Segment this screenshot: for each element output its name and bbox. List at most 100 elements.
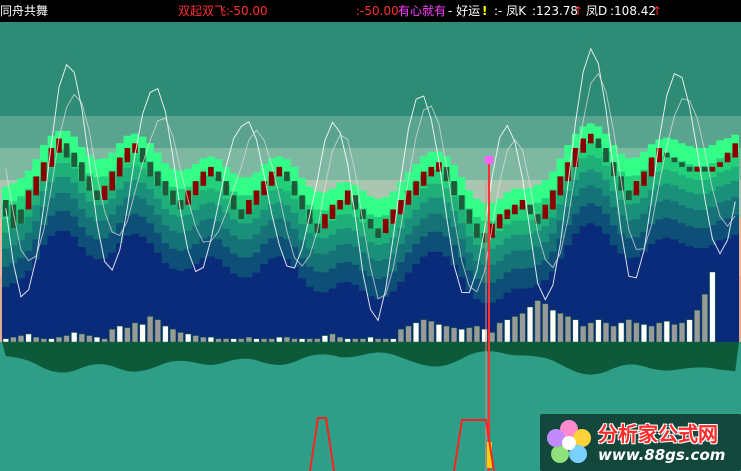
candle-bar xyxy=(603,148,609,163)
volume-bar xyxy=(93,336,101,343)
volume-bar xyxy=(701,294,708,343)
candle-bar xyxy=(451,181,457,196)
candle-bar xyxy=(679,162,685,167)
candle-bar xyxy=(641,171,647,186)
volume-bar xyxy=(542,303,549,343)
candle-bar xyxy=(595,138,602,148)
volume-bar xyxy=(648,325,655,343)
flower-logo-icon xyxy=(547,420,591,463)
candle-bar xyxy=(162,181,169,196)
volume-bar xyxy=(55,336,63,343)
candle-bar xyxy=(192,181,199,196)
volume-bar xyxy=(109,329,116,343)
candle-bar xyxy=(147,162,153,177)
candle-bar xyxy=(474,223,480,238)
candle-bar xyxy=(428,166,435,177)
watermark-title: 分析家公式网 xyxy=(598,422,718,446)
watermark-url: www.88gs.com xyxy=(598,446,726,464)
candle-bar xyxy=(496,214,503,229)
candle-bar xyxy=(63,143,70,158)
volume-bar xyxy=(306,338,313,343)
volume-bar xyxy=(549,309,556,343)
candle-bar xyxy=(344,190,351,205)
candle-bar xyxy=(124,148,131,163)
volume-bar xyxy=(625,319,632,343)
candle-bar xyxy=(550,190,556,210)
chart-canvas xyxy=(0,22,741,471)
indicator-header: 同舟共舞 双起双飞: -50.00 :-50.00 有心就有 - 好运 ! :-… xyxy=(0,0,741,22)
candle-bar xyxy=(200,171,207,186)
volume-bar xyxy=(230,338,237,343)
candle-bar xyxy=(724,152,731,163)
volume-bar xyxy=(78,333,85,343)
volume-bar xyxy=(694,309,701,343)
candle-bar xyxy=(25,190,32,210)
volume-bar xyxy=(519,313,526,343)
volume-bar xyxy=(207,336,214,343)
candle-bar xyxy=(155,171,161,186)
volume-bar xyxy=(147,316,154,343)
volume-bar xyxy=(489,332,496,343)
candle-bar xyxy=(648,157,655,177)
volume-bar xyxy=(177,332,184,343)
volume-bar xyxy=(116,325,123,343)
candle-bar xyxy=(94,190,100,200)
volume-bar xyxy=(329,333,336,343)
volume-bar xyxy=(390,338,397,343)
volume-bar xyxy=(473,325,480,343)
feng-d-up-arrow-icon: ↑ xyxy=(652,4,663,18)
candle-bar xyxy=(702,166,708,172)
volume-bar xyxy=(223,338,230,343)
volume-bar xyxy=(63,335,70,343)
volume-bar xyxy=(663,321,670,343)
volume-bar xyxy=(602,322,610,343)
candle-bar xyxy=(527,204,533,215)
volume-bar xyxy=(200,336,207,343)
volume-bar xyxy=(245,336,252,343)
indicator-title: 同舟共舞 xyxy=(0,4,49,18)
candle-bar xyxy=(71,152,77,167)
volume-bar xyxy=(413,322,420,343)
candle-bar xyxy=(633,181,640,196)
feng-d-label: 凤D xyxy=(586,4,608,18)
volume-bar xyxy=(86,335,93,343)
volume-bar xyxy=(564,316,572,343)
volume-bar xyxy=(587,322,594,343)
volume-bar xyxy=(496,322,503,343)
candle-bar xyxy=(101,185,108,200)
candle-bar xyxy=(732,143,738,158)
volume-bar xyxy=(557,313,564,343)
volume-bar xyxy=(124,327,131,343)
candle-bar xyxy=(215,171,222,182)
haoyun-label: - 好运 xyxy=(448,4,481,18)
volume-bar xyxy=(359,338,366,343)
candle-bar xyxy=(117,157,123,177)
volume-bar xyxy=(10,336,17,343)
candle-bar xyxy=(18,209,24,224)
candle-bar xyxy=(717,162,723,167)
volume-bar xyxy=(572,319,579,343)
candle-bar xyxy=(458,195,465,210)
signal-marker-icon xyxy=(485,156,493,164)
candle-bar xyxy=(671,157,678,163)
volume-bar xyxy=(618,322,625,343)
candle-bar xyxy=(382,218,389,234)
volume-bar xyxy=(299,338,306,343)
candle-bar xyxy=(580,138,586,153)
candle-bar xyxy=(557,176,564,196)
candle-bar xyxy=(208,166,214,177)
candle-bar xyxy=(79,162,85,182)
volume-bar xyxy=(162,325,169,343)
volume-bar xyxy=(139,324,146,343)
candle-bar xyxy=(466,209,473,224)
candle-bar xyxy=(542,204,549,219)
candle-bar xyxy=(246,200,252,215)
haoyun-marker-icon: ! xyxy=(482,4,488,18)
volume-bar xyxy=(25,333,32,343)
feng-k-value: :123.78 xyxy=(532,4,579,18)
value2: :-50.00 xyxy=(356,4,399,18)
volume-bar xyxy=(253,338,260,343)
youxin-label: 有心就有 xyxy=(398,4,447,18)
volume-bar xyxy=(686,319,693,343)
feng-k-label: :- 凤K xyxy=(494,4,527,18)
